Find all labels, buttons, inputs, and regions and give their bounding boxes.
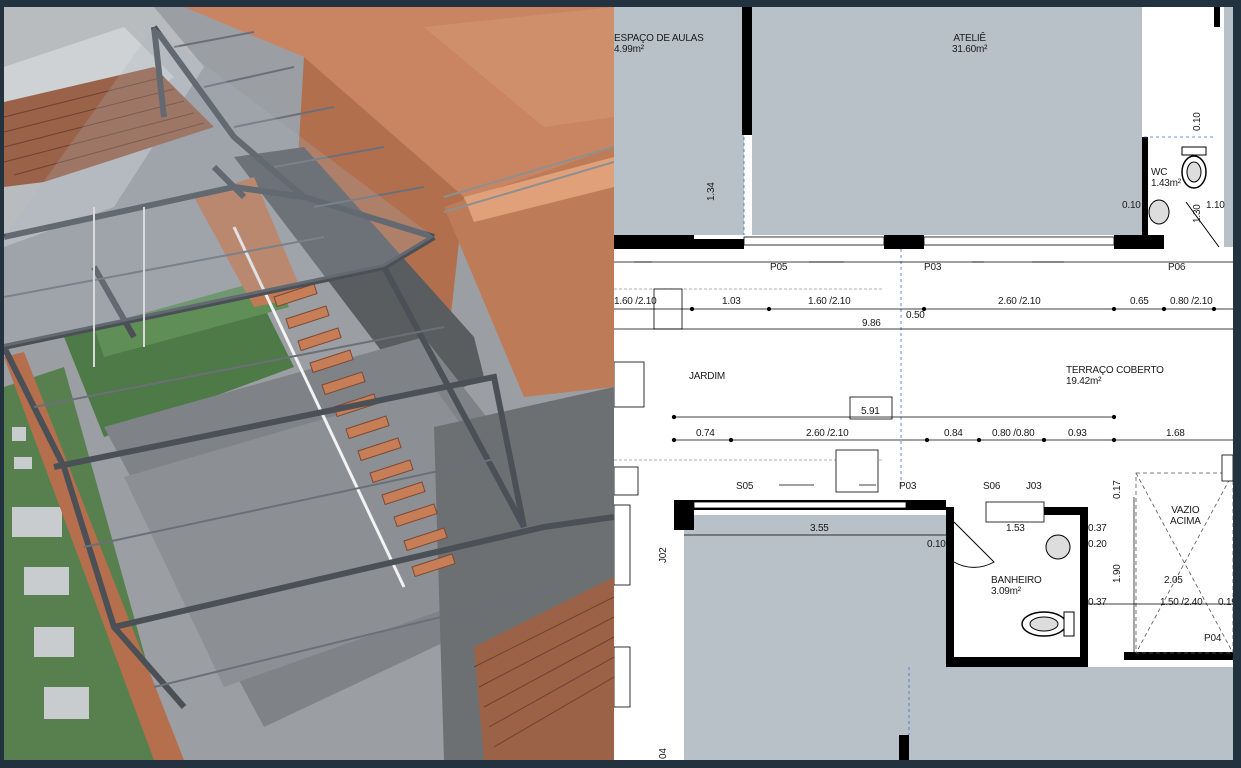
dim-9-86: 9.86 [862, 318, 881, 329]
vazio-acima-label: VAZIO ACIMA [1170, 505, 1201, 527]
tag-j03: J03 [1026, 481, 1042, 492]
dim-5-91: 5.91 [861, 406, 880, 417]
room-wc-name: WC [1151, 167, 1168, 178]
render-drawing [4, 7, 614, 760]
dim-1-10: 1.10 [1206, 200, 1225, 211]
dim-1-34: 1.34 [706, 182, 717, 201]
dim-0-10-top: 0.10 [1192, 112, 1203, 131]
dim-1-60-2-10-left: 1.60 /2.10 [614, 296, 657, 307]
dim-1-68: 1.68 [1166, 428, 1185, 439]
dim-1-60-2-10: 1.60 /2.10 [808, 296, 851, 307]
room-terraco-name: TERRAÇO COBERTO [1066, 365, 1164, 376]
tag-s06: S06 [983, 481, 1001, 492]
room-banheiro-area: 3.09m² [991, 586, 1021, 597]
dim-0-93: 0.93 [1068, 428, 1087, 439]
dim-0-10-banheiro: 0.10 [927, 539, 946, 550]
tag-p06: P06 [1168, 262, 1186, 273]
dim-0-74: 0.74 [696, 428, 715, 439]
tag-p05: P05 [770, 262, 788, 273]
dim-0-19: 0.19 [1218, 597, 1233, 608]
room-terraco: TERRAÇO COBERTO 19.42m² [1066, 365, 1164, 387]
room-wc-area: 1.43m² [1151, 178, 1181, 189]
dim-2-05: 2.05 [1164, 575, 1183, 586]
dim-0-80-0-80: 0.80 /0.80 [992, 428, 1035, 439]
dim-0-20: 0.20 [1088, 539, 1107, 550]
dim-0-37-b: 0.37 [1088, 597, 1107, 608]
dim-1-53: 1.53 [1006, 523, 1025, 534]
dim-0-80-2-10: 0.80 /2.10 [1170, 296, 1213, 307]
dim-1-50-2-40: 1.50 /2.40 [1160, 597, 1203, 608]
tag-j02: J02 [658, 547, 669, 563]
tag-p04: P04 [1204, 633, 1222, 644]
perspective-render [4, 7, 614, 760]
dim-3-55: 3.55 [810, 523, 829, 534]
dim-0-84: 0.84 [944, 428, 963, 439]
dim-0-37-a: 0.37 [1088, 523, 1107, 534]
room-espaco-aulas: ESPAÇO DE AULAS 4.99m² [614, 33, 704, 55]
room-banheiro: BANHEIRO 3.09m² [991, 575, 1042, 597]
dim-0-17: 0.17 [1112, 480, 1123, 499]
dim-2-60-2-10-b: 2.60 /2.10 [806, 428, 849, 439]
room-atelie: ATELIÊ 31.60m² [952, 33, 987, 55]
tag-s05: S05 [736, 481, 754, 492]
dim-1-30: 1.30 [1192, 204, 1203, 223]
room-atelie-name: ATELIÊ [953, 33, 986, 44]
room-espaco-aulas-area: 4.99m² [614, 44, 644, 55]
dim-0-65: 0.65 [1130, 296, 1149, 307]
slide-frame: ESPAÇO DE AULAS 4.99m² ATELIÊ 31.60m² WC… [0, 0, 1241, 768]
vazio-line2: ACIMA [1170, 516, 1201, 527]
room-terraco-area: 19.42m² [1066, 376, 1102, 387]
dim-1-03: 1.03 [722, 296, 741, 307]
tag-p03-top: P03 [924, 262, 942, 273]
vazio-line1: VAZIO [1171, 505, 1200, 516]
dim-04: 04 [658, 748, 669, 759]
dim-0-50: 0.50 [906, 310, 925, 321]
room-atelie-area: 31.60m² [952, 44, 988, 55]
room-wc: WC 1.43m² [1151, 167, 1181, 189]
dim-1-90: 1.90 [1112, 564, 1123, 583]
tag-p03-bottom: P03 [899, 481, 917, 492]
floor-plan: ESPAÇO DE AULAS 4.99m² ATELIÊ 31.60m² WC… [614, 7, 1233, 760]
room-espaco-aulas-name: ESPAÇO DE AULAS [614, 33, 704, 44]
room-jardim: JARDIM [689, 371, 726, 382]
dim-2-60-2-10-a: 2.60 /2.10 [998, 296, 1041, 307]
dim-0-10-wc: 0.10 [1122, 200, 1141, 211]
room-banheiro-name: BANHEIRO [991, 575, 1042, 586]
